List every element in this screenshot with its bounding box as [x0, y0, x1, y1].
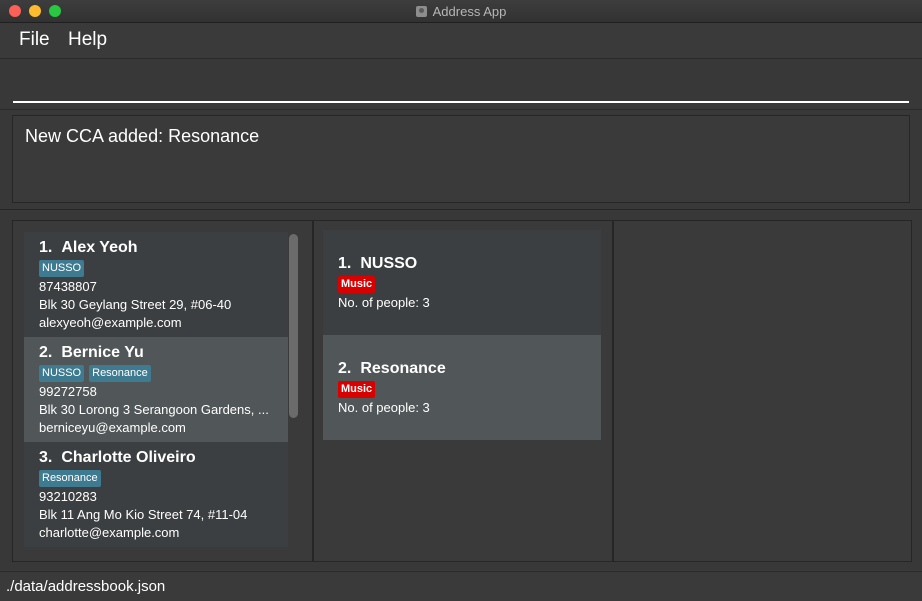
person-name: Bernice Yu — [61, 344, 144, 361]
person-address: Blk 11 Ang Mo Kio Street 74, #11-04 — [39, 507, 248, 522]
person-name-line: 3. Charlotte Oliveiro — [39, 449, 196, 467]
app-window: Address App File Help New CCA added: Res… — [0, 0, 922, 601]
cca-people-count: No. of people: 3 — [338, 400, 430, 415]
cca-name: NUSSO — [360, 255, 418, 272]
person-name: Charlotte Oliveiro — [61, 449, 196, 466]
detail-panel — [613, 220, 912, 562]
cca-tags: Music — [338, 276, 380, 293]
status-bar: ./data/addressbook.json — [0, 571, 922, 601]
person-email: berniceyu@example.com — [39, 420, 186, 435]
person-phone: 87438807 — [39, 279, 97, 294]
menu-bar: File Help — [0, 23, 922, 59]
window-title: Address App — [432, 3, 507, 19]
command-input[interactable] — [13, 67, 909, 103]
cca-tag: Resonance — [39, 470, 101, 487]
person-list-scrollbar[interactable] — [289, 234, 298, 418]
cca-people-count: No. of people: 3 — [338, 295, 430, 310]
person-index: 2. — [39, 344, 53, 361]
person-address: Blk 30 Geylang Street 29, #06-40 — [39, 297, 232, 312]
cca-list-panel: 1. NUSSO Music No. of people: 3 2. Resonan… — [313, 220, 613, 562]
person-index: 3. — [39, 449, 53, 466]
cca-index: 2. — [338, 360, 352, 377]
person-name-line: 1. Alex Yeoh — [39, 239, 138, 257]
save-location: ./data/addressbook.json — [6, 578, 166, 595]
cca-name-line: 1. NUSSO — [338, 255, 417, 273]
cca-name-line: 2. Resonance — [338, 360, 446, 378]
result-display: New CCA added: Resonance — [12, 115, 910, 203]
cca-card[interactable]: 2. Resonance Music No. of people: 3 — [323, 335, 601, 440]
panels-area: 1. Alex Yeoh NUSSO 87438807 Blk 30 Geylan… — [0, 210, 922, 570]
menu-file[interactable]: File — [19, 29, 50, 51]
result-message: New CCA added: Resonance — [25, 126, 260, 146]
title-bar: Address App — [0, 0, 922, 23]
cca-tag: Resonance — [89, 365, 151, 382]
cca-card[interactable]: 1. NUSSO Music No. of people: 3 — [323, 230, 601, 335]
person-tags: NUSSO — [39, 260, 89, 277]
cca-tag: NUSSO — [39, 260, 85, 277]
person-card[interactable]: 2. Bernice Yu NUSSO Resonance 99272758 Bl… — [24, 337, 288, 442]
window-title-wrap: Address App — [0, 0, 922, 22]
person-name: Alex Yeoh — [61, 239, 138, 256]
cca-type-tag: Music — [338, 276, 376, 293]
person-phone: 93210283 — [39, 489, 97, 504]
person-card[interactable]: 3. Charlotte Oliveiro Resonance 93210283 … — [24, 442, 288, 547]
app-icon — [415, 5, 427, 17]
cca-tags: Music — [338, 381, 380, 398]
command-box-area — [0, 59, 922, 110]
person-list[interactable]: 1. Alex Yeoh NUSSO 87438807 Blk 30 Geylan… — [24, 232, 288, 550]
person-tags: Resonance — [39, 470, 106, 487]
person-index: 1. — [39, 239, 53, 256]
menu-help[interactable]: Help — [68, 29, 107, 51]
cca-tag: NUSSO — [39, 365, 85, 382]
cca-index: 1. — [338, 255, 352, 272]
cca-list[interactable]: 1. NUSSO Music No. of people: 3 2. Resonan… — [323, 230, 601, 440]
person-email: charlotte@example.com — [39, 525, 180, 540]
person-email: alexyeoh@example.com — [39, 315, 182, 330]
person-card[interactable]: 1. Alex Yeoh NUSSO 87438807 Blk 30 Geylan… — [24, 232, 288, 337]
person-address: Blk 30 Lorong 3 Serangoon Gardens, ... — [39, 402, 269, 417]
cca-name: Resonance — [360, 360, 446, 377]
person-phone: 99272758 — [39, 384, 97, 399]
person-list-panel: 1. Alex Yeoh NUSSO 87438807 Blk 30 Geylan… — [12, 220, 313, 562]
cca-type-tag: Music — [338, 381, 376, 398]
result-display-area: New CCA added: Resonance — [0, 110, 922, 210]
person-name-line: 2. Bernice Yu — [39, 344, 144, 362]
person-tags: NUSSO Resonance — [39, 365, 156, 382]
